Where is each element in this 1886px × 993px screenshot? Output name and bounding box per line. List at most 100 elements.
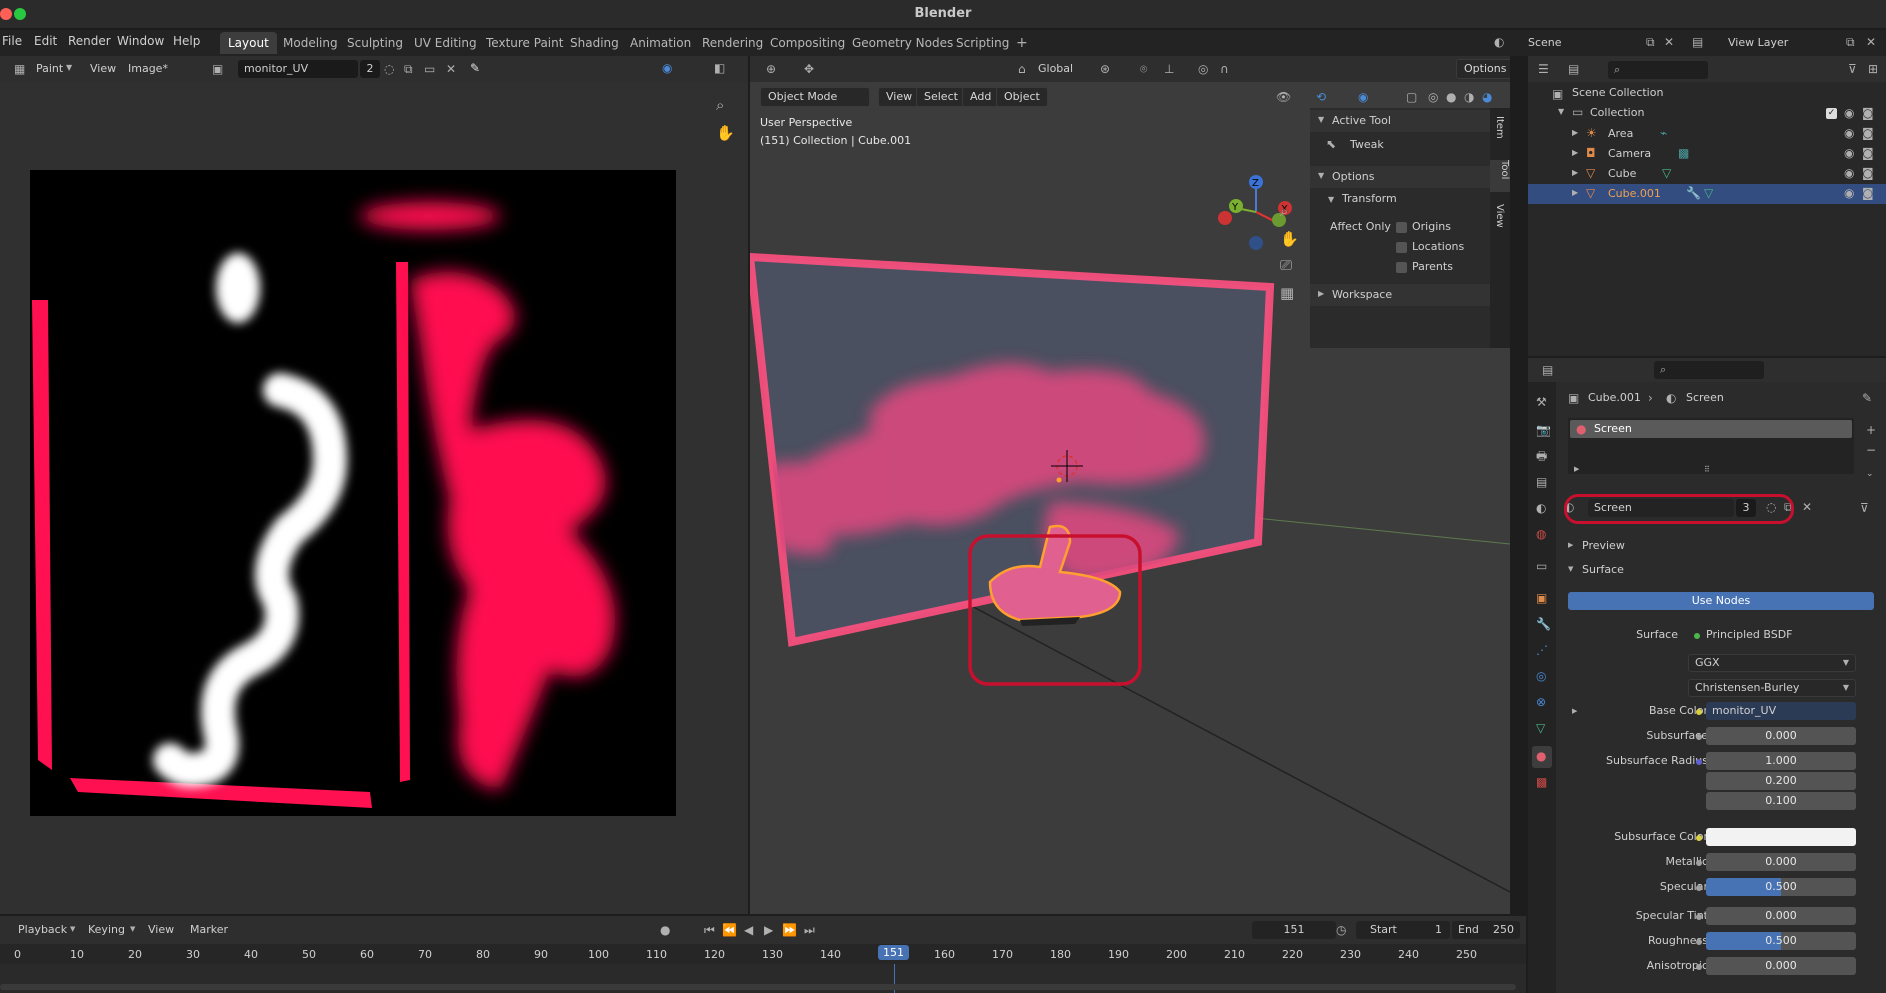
active-tool-header[interactable]: ▼ Active Tool	[1310, 110, 1490, 132]
tab-view[interactable]: View	[1494, 204, 1505, 228]
new-collection-icon[interactable]: ⊞	[1868, 63, 1878, 75]
current-frame-field[interactable]: 151	[1252, 921, 1336, 939]
outliner-search-input[interactable]: ⌕	[1608, 61, 1708, 79]
resize-handle-icon[interactable]: ⠿	[1704, 466, 1710, 474]
object-tab-icon[interactable]: ▣	[1536, 592, 1547, 604]
remove-slot-icon[interactable]: −	[1866, 444, 1876, 456]
solid-shading-icon[interactable]: ●	[1446, 91, 1456, 103]
collapsed-arrow-icon[interactable]: ▶	[1572, 169, 1578, 177]
overlays-icon[interactable]: ◉	[1358, 91, 1368, 103]
eye-icon[interactable]: ◉	[1844, 187, 1854, 199]
camera-restrict-icon[interactable]: ◙	[1862, 147, 1874, 159]
snap-target-icon[interactable]: ⊥	[1164, 63, 1174, 75]
add-workspace-icon[interactable]: +	[1016, 36, 1028, 50]
area-divider[interactable]	[1510, 56, 1528, 914]
scene-field[interactable]: Scene	[1522, 34, 1640, 52]
snap-icon[interactable]: ⌾	[1140, 63, 1147, 75]
editor-type-icon[interactable]: ⊕	[766, 63, 776, 75]
subsurface-radius-y-field[interactable]: 0.200	[1706, 772, 1856, 790]
surface-shader-value[interactable]: Principled BSDF	[1706, 628, 1793, 641]
fake-user-icon[interactable]: ◌	[384, 63, 394, 75]
options-header[interactable]: ▼ Options	[1310, 166, 1490, 188]
specular-tint-field[interactable]: 0.000	[1706, 907, 1856, 925]
proportional-edit-icon[interactable]: ◎	[1198, 63, 1208, 75]
material-slot-row[interactable]: ● Screen	[1570, 420, 1852, 438]
collapsed-arrow-icon[interactable]: ▶	[1572, 129, 1578, 137]
properties-search-input[interactable]: ⌕	[1654, 361, 1764, 379]
marker-menu[interactable]: Marker	[190, 923, 228, 936]
start-frame-field[interactable]: Start 1	[1356, 921, 1450, 939]
outliner-row-area[interactable]: ▶ ☀ Area ⌁ ◉ ◙	[1528, 124, 1886, 144]
specular-field[interactable]: 0.500	[1706, 878, 1856, 896]
transform-gizmo-icon[interactable]: ✥	[804, 63, 814, 75]
outliner-row-cube[interactable]: ▶ ▽ Cube ▽ ◉ ◙	[1528, 164, 1886, 184]
properties-editor-icon[interactable]: ▤	[1542, 364, 1553, 376]
subsurface-field[interactable]: 0.000	[1706, 727, 1856, 745]
filter-icon[interactable]: ⊽	[1848, 63, 1857, 75]
jump-end-icon[interactable]: ⏭	[804, 924, 815, 936]
material-tab-icon[interactable]: ●	[1532, 746, 1552, 768]
viewport-add-menu[interactable]: Add	[962, 87, 1000, 107]
eye-icon[interactable]: ◉	[1844, 107, 1854, 119]
subsurface-method-dropdown[interactable]: Christensen-Burley ▼	[1688, 679, 1856, 697]
image-view-menu[interactable]: View	[90, 62, 116, 75]
viewport-object-menu[interactable]: Object	[996, 87, 1048, 107]
texture-tab-icon[interactable]: ▩	[1536, 776, 1547, 788]
menu-render[interactable]: Render	[68, 34, 111, 48]
outliner-row-camera[interactable]: ▶ ◘ Camera ▩ ◉ ◙	[1528, 144, 1886, 164]
eye-icon[interactable]: ◉	[1844, 127, 1854, 139]
surface-header[interactable]: Surface	[1582, 563, 1624, 576]
eye-icon[interactable]: ◉	[1844, 147, 1854, 159]
tab-texture-paint[interactable]: Texture Paint	[478, 32, 571, 54]
physics-tab-icon[interactable]: ◎	[1536, 670, 1546, 682]
tab-sculpting[interactable]: Sculpting	[339, 32, 411, 54]
pivot-icon[interactable]: ⊛	[1100, 63, 1110, 75]
transform-subheader[interactable]: Transform	[1342, 192, 1397, 205]
roughness-field[interactable]: 0.500	[1706, 932, 1856, 950]
prev-keyframe-icon[interactable]: ⏪	[722, 924, 737, 936]
new-image-icon[interactable]: ⧉	[404, 63, 413, 75]
subsurface-color-swatch[interactable]	[1706, 828, 1856, 846]
constraints-tab-icon[interactable]: ⊗	[1536, 696, 1546, 708]
unlink-material-icon[interactable]: ✕	[1802, 501, 1812, 513]
paint-mode-dropdown[interactable]: Paint	[36, 62, 63, 75]
viewport-select-menu[interactable]: Select	[916, 87, 966, 107]
collapsed-arrow-icon[interactable]: ▶	[1572, 189, 1578, 197]
tab-uv-editing[interactable]: UV Editing	[406, 32, 485, 54]
rendered-shading-icon[interactable]: ◕	[1482, 91, 1492, 103]
expand-arrow-icon[interactable]: ▼	[1568, 566, 1573, 573]
camera-restrict-icon[interactable]: ◙	[1862, 127, 1874, 139]
play-reverse-icon[interactable]: ◀	[744, 924, 753, 936]
end-frame-field[interactable]: End 250	[1452, 921, 1520, 939]
scene-tab-icon[interactable]: ◐	[1536, 502, 1546, 514]
falloff-icon[interactable]: ∩	[1220, 63, 1229, 75]
link-mode-icon[interactable]: ⊽	[1860, 502, 1869, 514]
image-users-count[interactable]: 2	[360, 60, 380, 78]
camera-restrict-icon[interactable]: ◙	[1862, 107, 1874, 119]
new-view-layer-icon[interactable]: ⧉	[1846, 36, 1855, 48]
zoom-icon[interactable]: ⌕	[716, 98, 724, 113]
playback-menu[interactable]: Playback	[18, 923, 67, 936]
exclude-checkbox[interactable]: ✓	[1826, 108, 1837, 119]
texture-canvas[interactable]	[30, 170, 676, 816]
parents-checkbox[interactable]	[1396, 262, 1407, 273]
camera-view-icon[interactable]: ⎚	[1280, 258, 1292, 273]
camera-restrict-icon[interactable]: ◙	[1862, 187, 1874, 199]
menu-file[interactable]: File	[2, 34, 22, 48]
origins-checkbox[interactable]	[1396, 222, 1407, 233]
transform-orientation-dropdown[interactable]: Global	[1038, 62, 1073, 75]
tab-geometry-nodes[interactable]: Geometry Nodes	[844, 32, 961, 54]
wireframe-shading-icon[interactable]: ◎	[1428, 91, 1438, 103]
display-mode-icon[interactable]: ▤	[1568, 63, 1579, 75]
next-keyframe-icon[interactable]: ⏩	[782, 924, 797, 936]
tab-tool[interactable]: Tool	[1490, 160, 1510, 192]
timeline-ruler[interactable]: 0 10 20 30 40 50 60 70 80 90 100 110 120…	[0, 944, 1526, 964]
jump-start-icon[interactable]: ⏮	[704, 924, 715, 936]
menu-help[interactable]: Help	[173, 34, 200, 48]
tab-item[interactable]: Item	[1494, 116, 1505, 139]
expand-arrow-icon[interactable]: ▼	[1558, 108, 1564, 116]
material-shading-icon[interactable]: ◑	[1464, 91, 1474, 103]
record-icon[interactable]: ●	[660, 924, 670, 936]
menu-edit[interactable]: Edit	[34, 34, 57, 48]
render-tab-icon[interactable]: 📷	[1536, 424, 1551, 436]
